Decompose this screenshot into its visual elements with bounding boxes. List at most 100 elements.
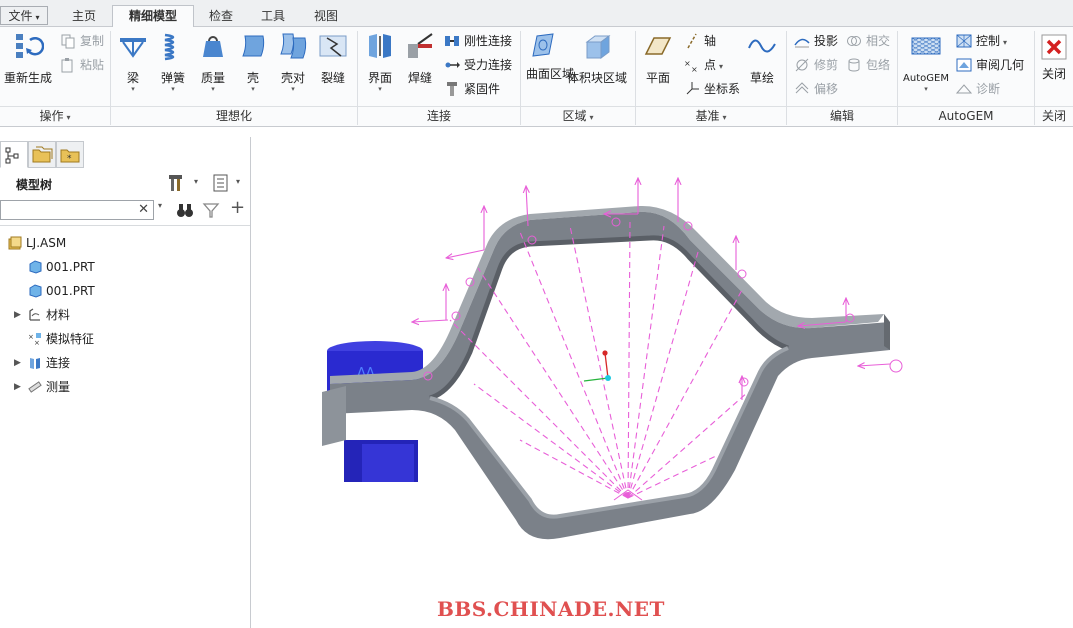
graphics-viewport[interactable]: ΔΔ xyxy=(252,128,1073,628)
close-button[interactable]: 关闭 xyxy=(1038,30,1070,81)
tab-inspect-label: 检查 xyxy=(208,9,233,23)
interface-button[interactable]: 界面 ▾ xyxy=(362,30,398,94)
rigid-link-button[interactable]: 刚性连接 xyxy=(444,31,512,51)
load-arrow xyxy=(412,320,449,322)
expand-arrow-icon[interactable]: ▶ xyxy=(14,305,21,325)
paste-icon xyxy=(61,58,73,73)
force-link-label: 受力连接 xyxy=(464,58,513,72)
copy-button[interactable]: 复制 xyxy=(60,31,104,51)
file-menu-button[interactable]: 文件 ▾ xyxy=(0,6,48,25)
datum-axis-button[interactable]: 轴 xyxy=(684,31,716,51)
search-input[interactable] xyxy=(1,201,131,219)
simulation-features-icon: ×× xyxy=(28,333,41,346)
add-icon[interactable]: + xyxy=(230,197,245,218)
show-dropdown-icon[interactable]: ▾ xyxy=(236,177,240,186)
binoculars-icon[interactable] xyxy=(176,201,194,219)
datum-plane-icon xyxy=(644,37,672,55)
datum-csys-button[interactable]: 坐标系 xyxy=(684,79,740,99)
datum-point-button[interactable]: × × 点 ▾ xyxy=(684,55,723,75)
navtab-folder-browser[interactable] xyxy=(28,141,56,168)
triad-z-tip xyxy=(602,350,608,356)
tree-node-part[interactable]: 001.PRT xyxy=(28,281,95,301)
weld-button[interactable]: 焊缝 xyxy=(402,30,438,85)
weld-label: 焊缝 xyxy=(407,71,432,85)
crack-button[interactable]: 裂缝 xyxy=(316,30,350,85)
datum-point-icon: ×× xyxy=(684,59,698,73)
search-dropdown-icon[interactable]: ▾ xyxy=(158,201,162,210)
group-idealization: 理想化 xyxy=(111,106,357,126)
navtab-favorites[interactable]: * xyxy=(56,141,84,168)
tree-node-materials[interactable]: ▶ 材料 xyxy=(14,305,70,325)
assembly-icon xyxy=(8,236,22,250)
tab-home[interactable]: 主页 xyxy=(58,5,110,27)
diagnose-button[interactable]: 诊断 xyxy=(956,79,1000,99)
tab-view[interactable]: 视图 xyxy=(300,5,352,27)
tab-tools[interactable]: 工具 xyxy=(248,5,298,27)
intersect-button[interactable]: 相交 xyxy=(846,31,890,51)
offset-button[interactable]: 偏移 xyxy=(794,79,838,99)
svg-text:×: × xyxy=(691,65,698,73)
part-icon xyxy=(29,260,42,274)
group-datum[interactable]: 基准 ▾ xyxy=(636,106,786,126)
model-tree-search-input[interactable]: ✕ xyxy=(0,200,154,220)
surface-region-button[interactable]: 曲面区域 xyxy=(526,30,574,80)
datum-plane-button[interactable]: 平面 xyxy=(640,30,676,85)
beam-button[interactable]: 梁 ▾ xyxy=(116,30,150,94)
force-link-button[interactable]: 受力连接 xyxy=(444,55,512,75)
group-regions[interactable]: 区域 ▾ xyxy=(521,106,635,126)
navtab-model-tree[interactable] xyxy=(0,141,28,168)
copy-label: 复制 xyxy=(80,34,105,48)
filter-icon[interactable] xyxy=(202,201,220,219)
tree-node-sim-features[interactable]: × × 模拟特征 xyxy=(28,329,94,349)
load-arrow xyxy=(858,364,891,366)
tab-refine-model[interactable]: 精细模型 xyxy=(112,5,194,28)
trim-button[interactable]: 修剪 xyxy=(794,55,838,75)
clear-search-icon[interactable]: ✕ xyxy=(138,201,149,219)
mass-button[interactable]: 质量 ▾ xyxy=(196,30,230,94)
shell-icon xyxy=(242,35,265,57)
spring-button[interactable]: 弹簧 ▾ xyxy=(156,30,190,94)
project-label: 投影 xyxy=(814,34,839,48)
regenerate-icon xyxy=(16,34,44,58)
bolt-nut-face xyxy=(362,444,414,482)
part-icon xyxy=(29,284,42,298)
bracket-part[interactable] xyxy=(322,205,890,540)
regenerate-button[interactable]: 重新生成 xyxy=(2,30,54,85)
datum-plane-label: 平面 xyxy=(645,71,670,85)
project-button[interactable]: 投影 xyxy=(794,31,838,51)
tab-inspect[interactable]: 检查 xyxy=(196,5,246,27)
model-tree-toolbar: ▾ ▾ xyxy=(168,172,248,196)
settings-tools-icon[interactable] xyxy=(168,173,188,193)
sketch-button[interactable]: 草绘 xyxy=(744,30,780,85)
settings-dropdown-icon[interactable]: ▾ xyxy=(194,177,198,186)
expand-arrow-icon[interactable]: ▶ xyxy=(14,377,21,397)
review-geometry-button[interactable]: 审阅几何 xyxy=(956,55,1024,75)
group-operations[interactable]: 操作 ▾ xyxy=(0,106,110,126)
svg-text:×: × xyxy=(684,59,691,68)
tab-view-label: 视图 xyxy=(313,9,338,23)
review-geometry-label: 审阅几何 xyxy=(976,58,1025,72)
autogem-control-button[interactable]: 控制 ▾ xyxy=(956,31,1007,51)
shell-pair-button[interactable]: 壳对 ▾ xyxy=(276,30,310,94)
group-autogem-label: AutoGEM xyxy=(938,109,994,123)
measure-icon xyxy=(28,381,42,393)
volume-region-icon xyxy=(585,35,611,59)
paste-button[interactable]: 粘贴 xyxy=(60,55,104,75)
tree-node-part[interactable]: 001.PRT xyxy=(28,257,95,277)
tree-node-label: 001.PRT xyxy=(46,260,95,274)
fastener-button[interactable]: 紧固件 xyxy=(444,79,500,99)
tree-node-measures[interactable]: ▶ 测量 xyxy=(14,377,70,397)
group-idealization-label: 理想化 xyxy=(215,109,252,123)
tree-node-connections[interactable]: ▶ 连接 xyxy=(14,353,70,373)
show-list-icon[interactable] xyxy=(212,173,230,193)
shell-button[interactable]: 壳 ▾ xyxy=(236,30,270,94)
fastener-icon xyxy=(447,82,457,96)
autogem-button[interactable]: AutoGEM ▾ xyxy=(900,30,952,94)
volume-region-button[interactable]: 体积块区域 xyxy=(566,30,628,85)
wrap-button[interactable]: 包络 xyxy=(846,55,890,75)
autogem-label: AutoGEM xyxy=(903,73,949,84)
tab-tools-label: 工具 xyxy=(260,9,285,23)
tree-node-label: LJ.ASM xyxy=(26,236,67,250)
tree-node-assembly[interactable]: LJ.ASM xyxy=(8,233,66,253)
expand-arrow-icon[interactable]: ▶ xyxy=(14,353,21,373)
